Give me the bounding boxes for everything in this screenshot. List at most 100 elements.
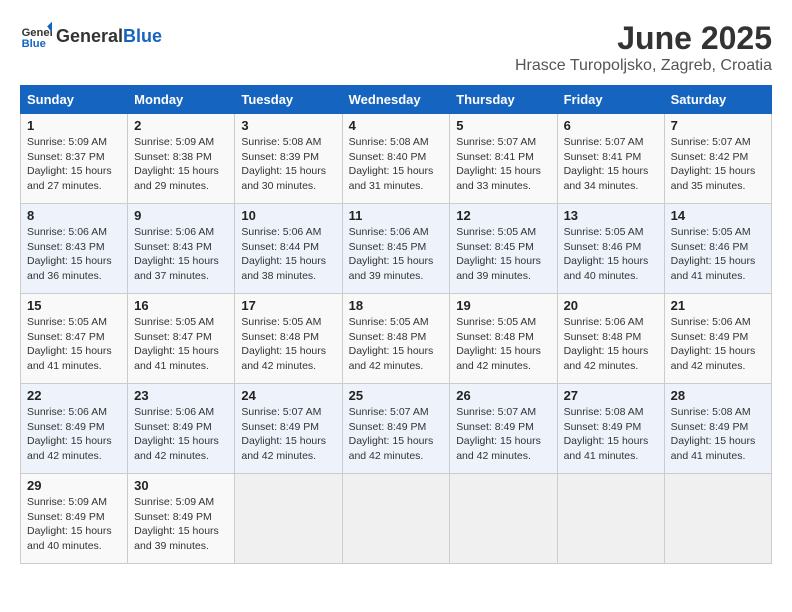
table-row: 23 Sunrise: 5:06 AMSunset: 8:49 PMDayligh… <box>128 384 235 474</box>
day-info: Sunrise: 5:05 AMSunset: 8:48 PMDaylight:… <box>241 315 335 374</box>
table-row <box>342 474 450 564</box>
table-row <box>557 474 664 564</box>
day-info: Sunrise: 5:06 AMSunset: 8:48 PMDaylight:… <box>564 315 658 374</box>
day-info: Sunrise: 5:05 AMSunset: 8:45 PMDaylight:… <box>456 225 550 284</box>
day-info: Sunrise: 5:07 AMSunset: 8:49 PMDaylight:… <box>456 405 550 464</box>
day-number: 5 <box>456 118 550 133</box>
day-number: 10 <box>241 208 335 223</box>
table-row: 3 Sunrise: 5:08 AMSunset: 8:39 PMDaylight… <box>235 114 342 204</box>
day-number: 16 <box>134 298 228 313</box>
day-info: Sunrise: 5:05 AMSunset: 8:46 PMDaylight:… <box>564 225 658 284</box>
day-info: Sunrise: 5:06 AMSunset: 8:49 PMDaylight:… <box>134 405 228 464</box>
day-number: 9 <box>134 208 228 223</box>
day-info: Sunrise: 5:08 AMSunset: 8:40 PMDaylight:… <box>349 135 444 194</box>
day-number: 28 <box>671 388 765 403</box>
day-number: 30 <box>134 478 228 493</box>
day-info: Sunrise: 5:05 AMSunset: 8:48 PMDaylight:… <box>349 315 444 374</box>
table-row: 26 Sunrise: 5:07 AMSunset: 8:49 PMDayligh… <box>450 384 557 474</box>
table-row: 18Sunrise: 5:05 AMSunset: 8:48 PMDayligh… <box>342 294 450 384</box>
svg-text:Blue: Blue <box>22 38 46 50</box>
calendar-week-row: 8 Sunrise: 5:06 AMSunset: 8:43 PMDaylight… <box>21 204 772 294</box>
table-row: 5Sunrise: 5:07 AMSunset: 8:41 PMDaylight… <box>450 114 557 204</box>
day-info: Sunrise: 5:05 AMSunset: 8:47 PMDaylight:… <box>27 315 121 374</box>
table-row: 24Sunrise: 5:07 AMSunset: 8:49 PMDayligh… <box>235 384 342 474</box>
day-number: 24 <box>241 388 335 403</box>
day-number: 20 <box>564 298 658 313</box>
day-number: 3 <box>241 118 335 133</box>
day-number: 6 <box>564 118 658 133</box>
table-row: 15 Sunrise: 5:05 AMSunset: 8:47 PMDayligh… <box>21 294 128 384</box>
table-row: 9 Sunrise: 5:06 AMSunset: 8:43 PMDaylight… <box>128 204 235 294</box>
svg-text:General: General <box>22 27 52 39</box>
day-number: 14 <box>671 208 765 223</box>
calendar-week-row: 15 Sunrise: 5:05 AMSunset: 8:47 PMDayligh… <box>21 294 772 384</box>
day-info: Sunrise: 5:06 AMSunset: 8:43 PMDaylight:… <box>134 225 228 284</box>
day-number: 11 <box>349 208 444 223</box>
col-sunday: Sunday <box>21 86 128 114</box>
table-row: 6 Sunrise: 5:07 AMSunset: 8:41 PMDaylight… <box>557 114 664 204</box>
day-info: Sunrise: 5:06 AMSunset: 8:43 PMDaylight:… <box>27 225 121 284</box>
table-row: 27Sunrise: 5:08 AMSunset: 8:49 PMDayligh… <box>557 384 664 474</box>
logo-icon: General Blue <box>20 20 52 52</box>
table-row: 8 Sunrise: 5:06 AMSunset: 8:43 PMDaylight… <box>21 204 128 294</box>
logo-general-text: General <box>56 26 123 47</box>
day-number: 26 <box>456 388 550 403</box>
day-info: Sunrise: 5:06 AMSunset: 8:49 PMDaylight:… <box>671 315 765 374</box>
table-row: 12 Sunrise: 5:05 AMSunset: 8:45 PMDayligh… <box>450 204 557 294</box>
day-info: Sunrise: 5:07 AMSunset: 8:49 PMDaylight:… <box>349 405 444 464</box>
day-info: Sunrise: 5:09 AMSunset: 8:38 PMDaylight:… <box>134 135 228 194</box>
table-row: 1Sunrise: 5:09 AMSunset: 8:37 PMDaylight… <box>21 114 128 204</box>
table-row: 29 Sunrise: 5:09 AMSunset: 8:49 PMDayligh… <box>21 474 128 564</box>
table-row: 30 Sunrise: 5:09 AMSunset: 8:49 PMDayligh… <box>128 474 235 564</box>
day-number: 19 <box>456 298 550 313</box>
col-monday: Monday <box>128 86 235 114</box>
table-row: 17Sunrise: 5:05 AMSunset: 8:48 PMDayligh… <box>235 294 342 384</box>
day-number: 23 <box>134 388 228 403</box>
day-info: Sunrise: 5:09 AMSunset: 8:49 PMDaylight:… <box>134 495 228 554</box>
day-info: Sunrise: 5:06 AMSunset: 8:49 PMDaylight:… <box>27 405 121 464</box>
col-friday: Friday <box>557 86 664 114</box>
table-row: 11 Sunrise: 5:06 AMSunset: 8:45 PMDayligh… <box>342 204 450 294</box>
day-number: 8 <box>27 208 121 223</box>
month-title: June 2025 <box>515 20 772 57</box>
day-info: Sunrise: 5:07 AMSunset: 8:42 PMDaylight:… <box>671 135 765 194</box>
calendar-header-row: Sunday Monday Tuesday Wednesday Thursday… <box>21 86 772 114</box>
table-row: 21 Sunrise: 5:06 AMSunset: 8:49 PMDayligh… <box>664 294 771 384</box>
header: General Blue General Blue June 2025 Hras… <box>20 20 772 75</box>
day-number: 21 <box>671 298 765 313</box>
table-row <box>450 474 557 564</box>
day-number: 2 <box>134 118 228 133</box>
calendar-week-row: 22Sunrise: 5:06 AMSunset: 8:49 PMDayligh… <box>21 384 772 474</box>
day-number: 1 <box>27 118 121 133</box>
table-row: 14Sunrise: 5:05 AMSunset: 8:46 PMDayligh… <box>664 204 771 294</box>
day-number: 25 <box>349 388 444 403</box>
calendar-week-row: 1Sunrise: 5:09 AMSunset: 8:37 PMDaylight… <box>21 114 772 204</box>
table-row: 10 Sunrise: 5:06 AMSunset: 8:44 PMDayligh… <box>235 204 342 294</box>
table-row: 19 Sunrise: 5:05 AMSunset: 8:48 PMDayligh… <box>450 294 557 384</box>
table-row: 25 Sunrise: 5:07 AMSunset: 8:49 PMDayligh… <box>342 384 450 474</box>
calendar-table: Sunday Monday Tuesday Wednesday Thursday… <box>20 85 772 564</box>
day-info: Sunrise: 5:07 AMSunset: 8:41 PMDaylight:… <box>564 135 658 194</box>
day-info: Sunrise: 5:08 AMSunset: 8:49 PMDaylight:… <box>564 405 658 464</box>
day-number: 12 <box>456 208 550 223</box>
table-row <box>664 474 771 564</box>
location-title: Hrasce Turopoljsko, Zagreb, Croatia <box>515 57 772 75</box>
logo: General Blue General Blue <box>20 20 162 52</box>
table-row: 16 Sunrise: 5:05 AMSunset: 8:47 PMDayligh… <box>128 294 235 384</box>
day-info: Sunrise: 5:06 AMSunset: 8:44 PMDaylight:… <box>241 225 335 284</box>
day-info: Sunrise: 5:06 AMSunset: 8:45 PMDaylight:… <box>349 225 444 284</box>
day-number: 13 <box>564 208 658 223</box>
day-info: Sunrise: 5:05 AMSunset: 8:47 PMDaylight:… <box>134 315 228 374</box>
table-row: 22Sunrise: 5:06 AMSunset: 8:49 PMDayligh… <box>21 384 128 474</box>
day-info: Sunrise: 5:09 AMSunset: 8:49 PMDaylight:… <box>27 495 121 554</box>
day-info: Sunrise: 5:08 AMSunset: 8:39 PMDaylight:… <box>241 135 335 194</box>
day-number: 4 <box>349 118 444 133</box>
day-info: Sunrise: 5:05 AMSunset: 8:48 PMDaylight:… <box>456 315 550 374</box>
day-number: 15 <box>27 298 121 313</box>
table-row: 13 Sunrise: 5:05 AMSunset: 8:46 PMDayligh… <box>557 204 664 294</box>
logo-blue-text: Blue <box>123 26 162 47</box>
day-number: 29 <box>27 478 121 493</box>
table-row: 20 Sunrise: 5:06 AMSunset: 8:48 PMDayligh… <box>557 294 664 384</box>
table-row: 2 Sunrise: 5:09 AMSunset: 8:38 PMDaylight… <box>128 114 235 204</box>
table-row: 4 Sunrise: 5:08 AMSunset: 8:40 PMDaylight… <box>342 114 450 204</box>
